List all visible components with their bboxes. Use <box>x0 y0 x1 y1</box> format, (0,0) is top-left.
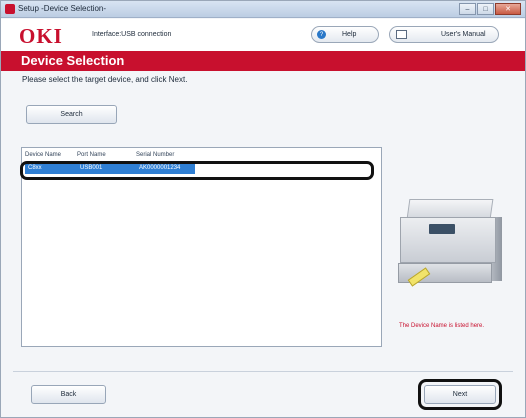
printer-panel <box>429 224 455 234</box>
page-title: Device Selection <box>21 53 125 68</box>
instruction-text: Please select the target device, and cli… <box>22 75 188 84</box>
minimize-button[interactable]: – <box>459 3 476 15</box>
connection-label: Interface:USB connection <box>92 31 172 38</box>
back-button[interactable]: Back <box>31 385 106 404</box>
title-banner: Device Selection <box>1 51 525 71</box>
list-header: Device Name Port Name Serial Number <box>22 152 381 162</box>
window-title: Setup -Device Selection- <box>18 4 107 13</box>
search-button[interactable]: Search <box>26 105 117 124</box>
oki-logo: OKI <box>19 24 63 48</box>
column-serial-number[interactable]: Serial Number <box>136 152 174 158</box>
row-port-name: USB001 <box>80 165 103 171</box>
row-serial-number: AK0000001234 <box>139 165 181 171</box>
manual-label: User's Manual <box>441 31 486 38</box>
row-device-name: C8xx <box>28 165 42 171</box>
device-list[interactable]: Device Name Port Name Serial Number C8xx… <box>21 147 382 347</box>
help-label: Help <box>342 31 357 38</box>
help-button[interactable]: ? Help <box>311 26 379 43</box>
users-manual-button[interactable]: User's Manual <box>389 26 499 43</box>
help-icon: ? <box>317 30 326 39</box>
column-port-name[interactable]: Port Name <box>77 152 106 158</box>
close-button[interactable]: ✕ <box>495 3 521 15</box>
title-bar: Setup -Device Selection- – □ ✕ <box>1 1 525 18</box>
device-name-note: The Device Name is listed here. <box>399 323 485 329</box>
printer-body <box>400 217 496 263</box>
maximize-button[interactable]: □ <box>477 3 494 15</box>
column-device-name[interactable]: Device Name <box>25 152 61 158</box>
app-icon <box>5 4 15 14</box>
printer-top <box>406 199 494 219</box>
divider <box>13 371 513 372</box>
book-icon <box>396 30 407 39</box>
printer-illustration <box>394 189 506 299</box>
table-row[interactable]: C8xx USB001 AK0000001234 <box>25 164 195 174</box>
next-button[interactable]: Next <box>424 385 496 404</box>
setup-window: Setup -Device Selection- – □ ✕ OKI Inter… <box>0 0 526 418</box>
window-controls: – □ ✕ <box>458 3 521 16</box>
